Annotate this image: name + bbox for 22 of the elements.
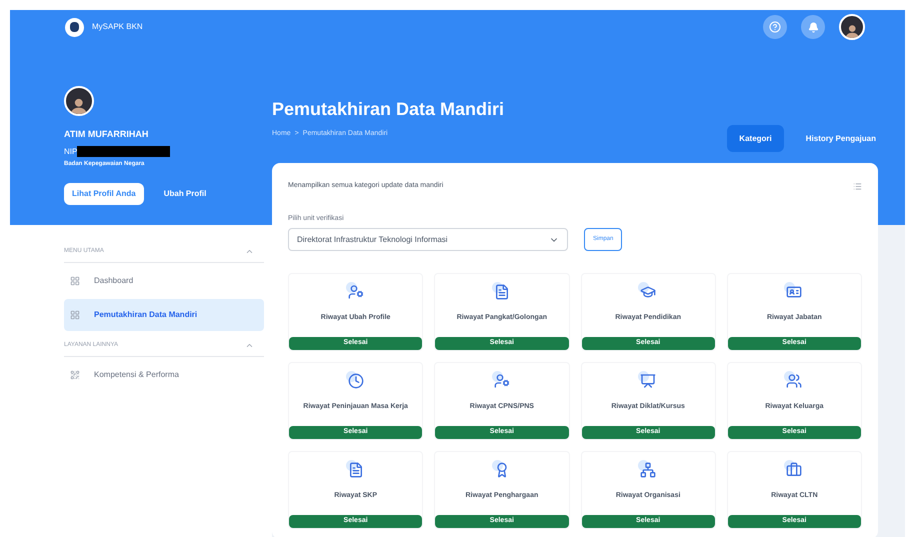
qr-code-icon bbox=[70, 370, 80, 380]
sidebar-item[interactable]: Kompetensi & Performa bbox=[64, 359, 264, 391]
grid-icon bbox=[70, 276, 80, 286]
tab[interactable]: Kategori bbox=[727, 125, 784, 152]
help-button[interactable] bbox=[763, 15, 787, 39]
list-icon[interactable] bbox=[853, 182, 862, 191]
notification-button[interactable] bbox=[801, 15, 825, 39]
view-profile-button[interactable]: Lihat Profil Anda bbox=[64, 182, 144, 204]
grid-icon bbox=[70, 310, 80, 320]
bell-icon bbox=[808, 22, 818, 32]
page-title: Pemutakhiran Data Mandiri bbox=[272, 98, 506, 121]
app-name: MySAPK BKN bbox=[92, 21, 143, 33]
nip-label: NIP bbox=[64, 146, 78, 158]
tab[interactable]: History Pengajuan bbox=[794, 125, 888, 152]
edit-profile-link[interactable]: Ubah Profil bbox=[164, 188, 206, 200]
user-name: ATIM MUFARRIHAH bbox=[64, 128, 150, 141]
sidebar-item[interactable]: Pemutakhiran Data Mandiri bbox=[64, 299, 264, 331]
sidebar-item[interactable]: Dashboard bbox=[64, 265, 264, 297]
network-icon bbox=[638, 460, 658, 480]
unit-select[interactable]: Direktorat Infrastruktur Teknologi Informasi bbox=[288, 228, 568, 251]
help-icon bbox=[769, 21, 781, 33]
clock-icon bbox=[346, 371, 366, 391]
